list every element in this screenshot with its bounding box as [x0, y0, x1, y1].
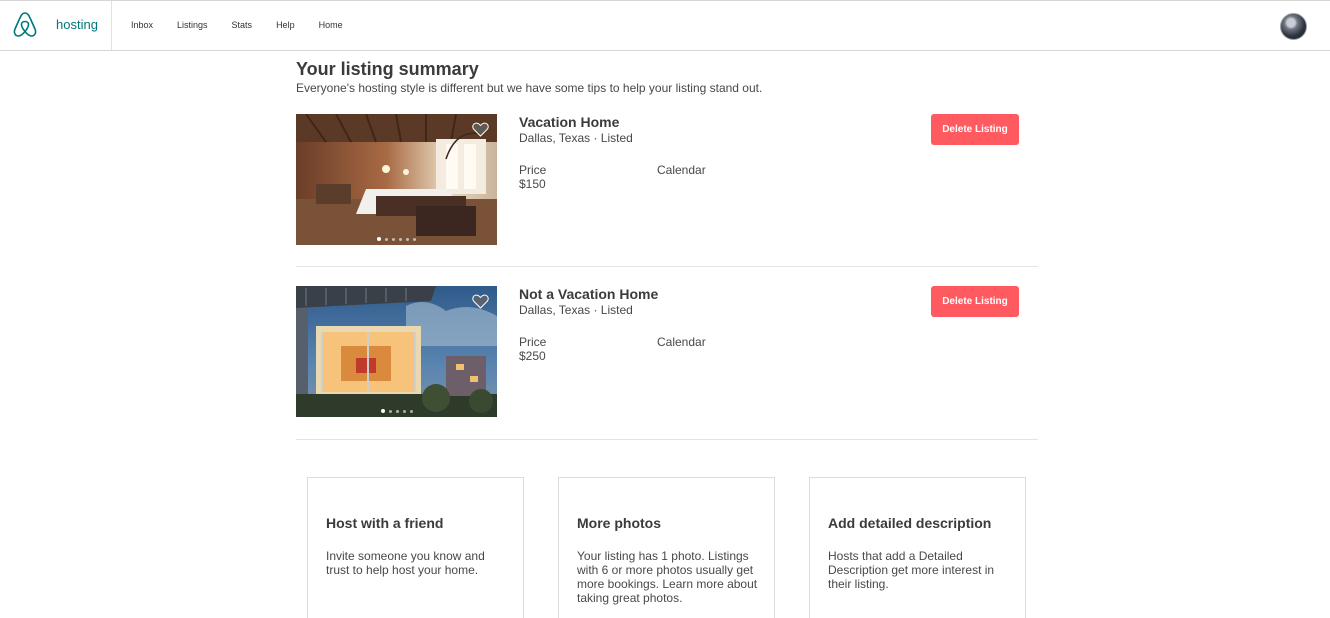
price-value: $150 [519, 177, 546, 191]
price-value: $250 [519, 349, 546, 363]
page-subtitle: Everyone's hosting style is different bu… [296, 81, 763, 95]
carousel-dot[interactable] [413, 237, 416, 241]
photo-carousel-dots[interactable] [296, 409, 497, 413]
top-nav-bar: hosting Inbox Listings Stats Help Home [0, 0, 1330, 51]
user-avatar[interactable] [1280, 13, 1307, 40]
carousel-dot[interactable] [395, 409, 399, 413]
nav-item-stats[interactable]: Stats [232, 20, 253, 30]
tip-title: Add detailed description [828, 515, 992, 531]
nav-divider [111, 1, 112, 50]
airbnb-logo-icon[interactable] [11, 10, 39, 40]
tip-title: More photos [577, 515, 661, 531]
tip-text: Hosts that add a Detailed Description ge… [828, 549, 995, 591]
tip-card-detailed-description[interactable]: Add detailed description Hosts that add … [809, 477, 1026, 618]
delete-listing-button[interactable]: Delete Listing [931, 286, 1019, 317]
tip-card-more-photos[interactable]: More photos Your listing has 1 photo. Li… [558, 477, 775, 618]
carousel-dot[interactable] [406, 237, 409, 241]
carousel-dot[interactable] [385, 237, 388, 241]
carousel-dot[interactable] [409, 409, 413, 413]
listing-location: Dallas, Texas · Listed [519, 131, 633, 145]
main-nav: Inbox Listings Stats Help Home [131, 20, 367, 30]
brand-label[interactable]: hosting [56, 17, 98, 32]
listing-divider [296, 266, 1038, 267]
price-label: Price [519, 163, 547, 177]
tip-card-host-with-friend[interactable]: Host with a friend Invite someone you kn… [307, 477, 524, 618]
exterior-photo [296, 286, 497, 417]
carousel-dot[interactable] [380, 409, 385, 413]
heart-icon[interactable] [472, 122, 489, 137]
nav-item-home[interactable]: Home [319, 20, 343, 30]
listing-title[interactable]: Vacation Home [519, 114, 619, 130]
carousel-dot[interactable] [388, 409, 392, 413]
nav-item-help[interactable]: Help [276, 20, 295, 30]
carousel-dot[interactable] [399, 237, 402, 241]
heart-icon[interactable] [472, 294, 489, 309]
nav-item-inbox[interactable]: Inbox [131, 20, 153, 30]
listing-card: Not a Vacation Home Dallas, Texas · List… [296, 286, 1038, 417]
page-title: Your listing summary [296, 59, 479, 79]
tip-title: Host with a friend [326, 515, 444, 531]
listing-photo[interactable] [296, 114, 497, 245]
delete-listing-button[interactable]: Delete Listing [931, 114, 1019, 145]
listing-title[interactable]: Not a Vacation Home [519, 286, 658, 302]
carousel-dot[interactable] [392, 237, 395, 241]
listing-location: Dallas, Texas · Listed [519, 303, 633, 317]
price-label: Price [519, 335, 547, 349]
listing-card: Vacation Home Dallas, Texas · Listed Pri… [296, 114, 1038, 245]
nav-item-listings[interactable]: Listings [177, 20, 208, 30]
tip-text: Invite someone you know and trust to hel… [326, 549, 485, 577]
calendar-link[interactable]: Calendar [657, 163, 706, 177]
photo-carousel-dots[interactable] [296, 237, 497, 241]
calendar-link[interactable]: Calendar [657, 335, 706, 349]
listing-divider [296, 439, 1038, 440]
interior-photo [296, 114, 497, 245]
listing-photo[interactable] [296, 286, 497, 417]
tip-text: Your listing has 1 photo. Listings with … [577, 549, 758, 605]
carousel-dot[interactable] [402, 409, 406, 413]
carousel-dot[interactable] [377, 237, 381, 241]
